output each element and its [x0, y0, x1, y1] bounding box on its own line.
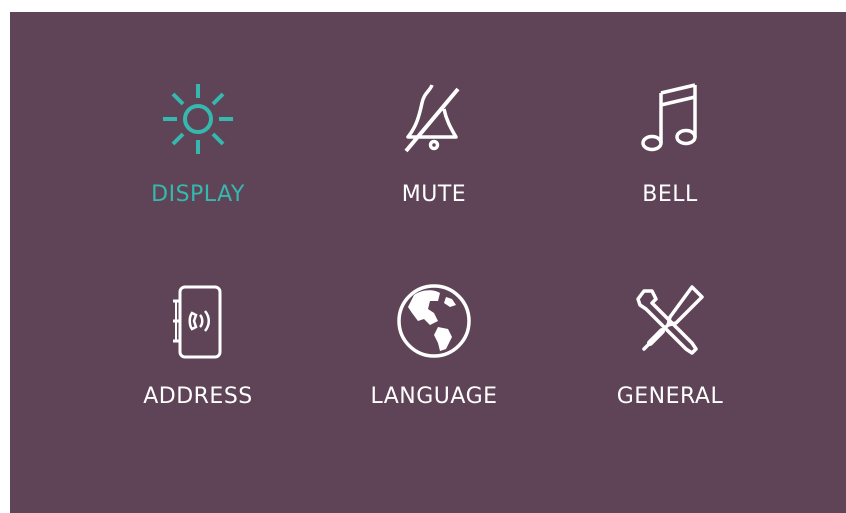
menu-item-label: MUTE	[401, 182, 467, 207]
menu-item-label: GENERAL	[616, 384, 724, 409]
settings-menu-screen: DISPLAY MUTE BELL ADDRESS LANGUAGE GENER…	[10, 12, 846, 513]
menu-item-label: ADDRESS	[143, 384, 253, 409]
menu-item-display[interactable]: DISPLAY	[88, 74, 308, 244]
menu-item-address[interactable]: ADDRESS	[88, 276, 308, 446]
sun-icon	[153, 74, 243, 164]
menu-item-mute[interactable]: MUTE	[324, 74, 544, 244]
address-book-icon	[153, 276, 243, 366]
menu-item-label: LANGUAGE	[370, 384, 498, 409]
menu-item-general[interactable]: GENERAL	[560, 276, 780, 446]
menu-item-label: BELL	[642, 182, 698, 207]
tools-icon	[625, 276, 715, 366]
menu-item-label: DISPLAY	[151, 182, 245, 207]
bell-muted-icon	[389, 74, 479, 164]
menu-item-language[interactable]: LANGUAGE	[324, 276, 544, 446]
music-note-icon	[625, 74, 715, 164]
globe-icon	[389, 276, 479, 366]
menu-item-bell[interactable]: BELL	[560, 74, 780, 244]
